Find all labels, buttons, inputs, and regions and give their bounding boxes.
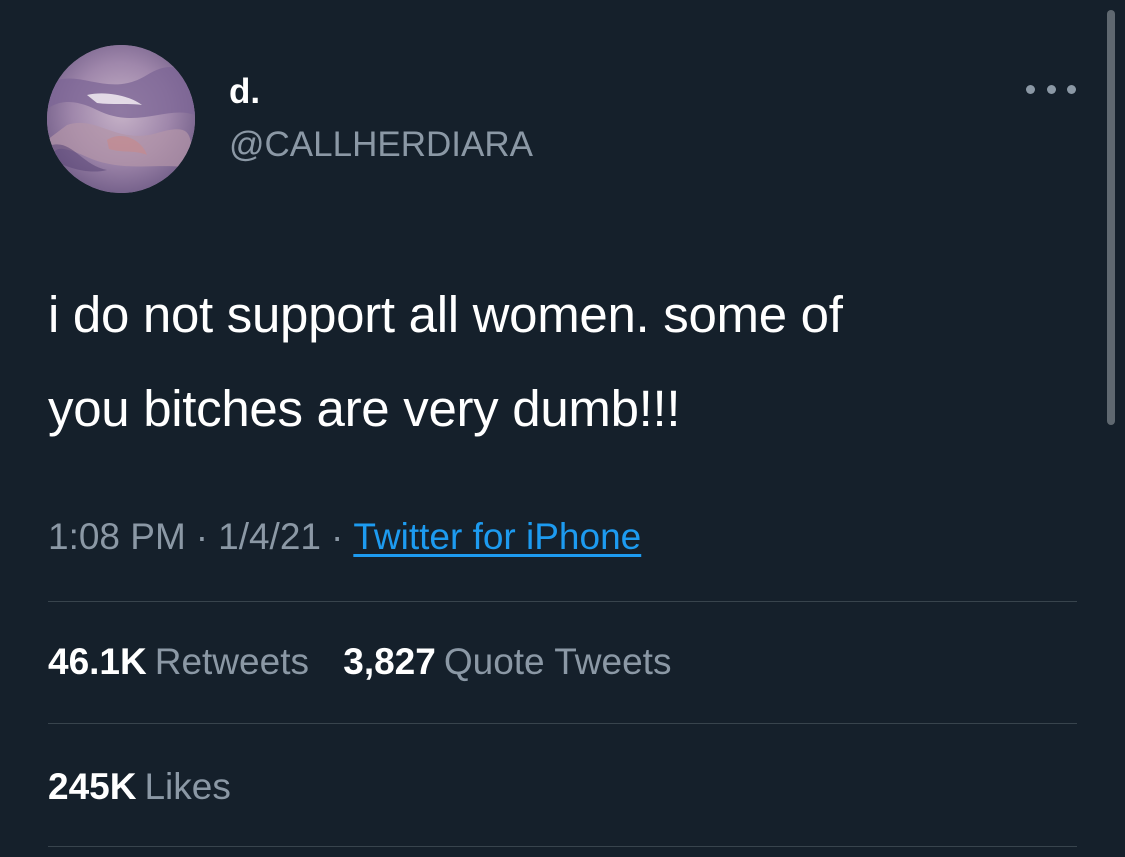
quote-tweets-count: 3,827 (343, 641, 436, 682)
avatar-image (47, 45, 195, 193)
engagement-stats: 46.1K Retweets 3,827 Quote Tweets (48, 639, 695, 685)
likes-label: Likes (144, 766, 231, 807)
likes-stats: 245K Likes (48, 764, 255, 810)
likes-count: 245K (48, 766, 137, 807)
more-horizontal-icon-dot-1 (1026, 84, 1035, 94)
more-horizontal-icon-dot-3 (1067, 84, 1076, 94)
tweet-text-line-1: i do not support all women. some of (48, 286, 843, 343)
meta-separator-1: · (195, 516, 209, 557)
retweets-label: Retweets (154, 641, 309, 682)
tweet-text-line-2: you bitches are very dumb!!! (48, 380, 681, 437)
avatar[interactable] (47, 45, 195, 193)
display-name[interactable]: d. (229, 74, 260, 110)
tweet-metadata: 1:08 PM · 1/4/21 · Twitter for iPhone (48, 514, 641, 560)
more-options-button[interactable] (1026, 74, 1076, 104)
tweet-detail-view: d. @CALLHERDIARA i do not support all wo… (0, 0, 1125, 857)
more-horizontal-icon-dot-2 (1046, 84, 1056, 94)
tweet-date[interactable]: 1/4/21 (218, 516, 321, 557)
divider (48, 723, 1077, 724)
meta-separator-2: · (331, 516, 344, 557)
quote-tweets-label: Quote Tweets (443, 641, 672, 682)
tweet-source-link[interactable]: Twitter for iPhone (353, 516, 641, 557)
retweets-count: 46.1K (48, 641, 147, 682)
divider (48, 846, 1077, 847)
quote-tweets-stat[interactable]: 3,827 Quote Tweets (343, 639, 671, 685)
tweet-text: i do not support all women. some of you … (48, 268, 1078, 456)
user-handle[interactable]: @CALLHERDIARA (229, 126, 533, 164)
divider (48, 601, 1077, 602)
retweets-stat[interactable]: 46.1K Retweets (48, 639, 309, 685)
likes-stat[interactable]: 245K Likes (48, 764, 231, 810)
scrollbar[interactable] (1107, 10, 1115, 425)
tweet-time[interactable]: 1:08 PM (48, 516, 186, 557)
